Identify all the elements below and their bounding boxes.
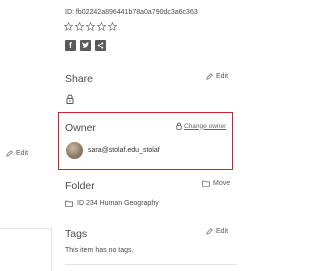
folder-value[interactable]: ID 234 Human Geography (65, 200, 159, 207)
owner-heading: Owner (65, 122, 96, 134)
move-link[interactable]: Move (202, 180, 230, 187)
change-owner-label: Change owner (184, 122, 227, 130)
rating-stars[interactable] (64, 22, 117, 31)
share-icon[interactable] (95, 40, 106, 51)
left-card-edge (0, 228, 52, 271)
tags-edit-link[interactable]: Edit (206, 228, 228, 235)
avatar (66, 142, 83, 159)
owner-username[interactable]: sara@stolaf.edu_stolaf (88, 147, 160, 154)
folder-icon (65, 200, 73, 207)
star-icon[interactable] (97, 22, 106, 31)
lock-icon (66, 91, 74, 109)
share-edit-label: Edit (216, 73, 229, 80)
folder-name: ID 234 Human Geography (77, 200, 159, 207)
divider (65, 264, 237, 265)
star-icon[interactable] (108, 22, 117, 31)
pencil-icon (6, 150, 13, 157)
share-heading: Share (65, 73, 94, 85)
tags-empty-text: This item has no tags. (65, 247, 134, 254)
lock-icon (176, 122, 182, 130)
item-id: ID: fb02242a896441b78a0a790dc3a6c363 (65, 9, 198, 16)
folder-move-icon (202, 180, 210, 187)
pencil-icon (206, 228, 213, 235)
tags-edit-label: Edit (216, 228, 229, 235)
tags-heading: Tags (65, 228, 88, 240)
pencil-icon (206, 73, 213, 80)
facebook-icon[interactable]: f (65, 40, 76, 51)
star-icon[interactable] (75, 22, 84, 31)
left-edit-link[interactable]: Edit (6, 150, 28, 157)
star-icon[interactable] (64, 22, 73, 31)
folder-heading: Folder (65, 180, 95, 192)
left-edit-label: Edit (16, 150, 29, 157)
move-label: Move (213, 180, 231, 187)
change-owner-link[interactable]: Change owner (176, 122, 226, 130)
share-edit-link[interactable]: Edit (206, 73, 228, 80)
social-share-buttons: f (65, 40, 106, 51)
twitter-icon[interactable] (80, 40, 91, 51)
star-icon[interactable] (86, 22, 95, 31)
owner-highlight-box (58, 112, 233, 170)
